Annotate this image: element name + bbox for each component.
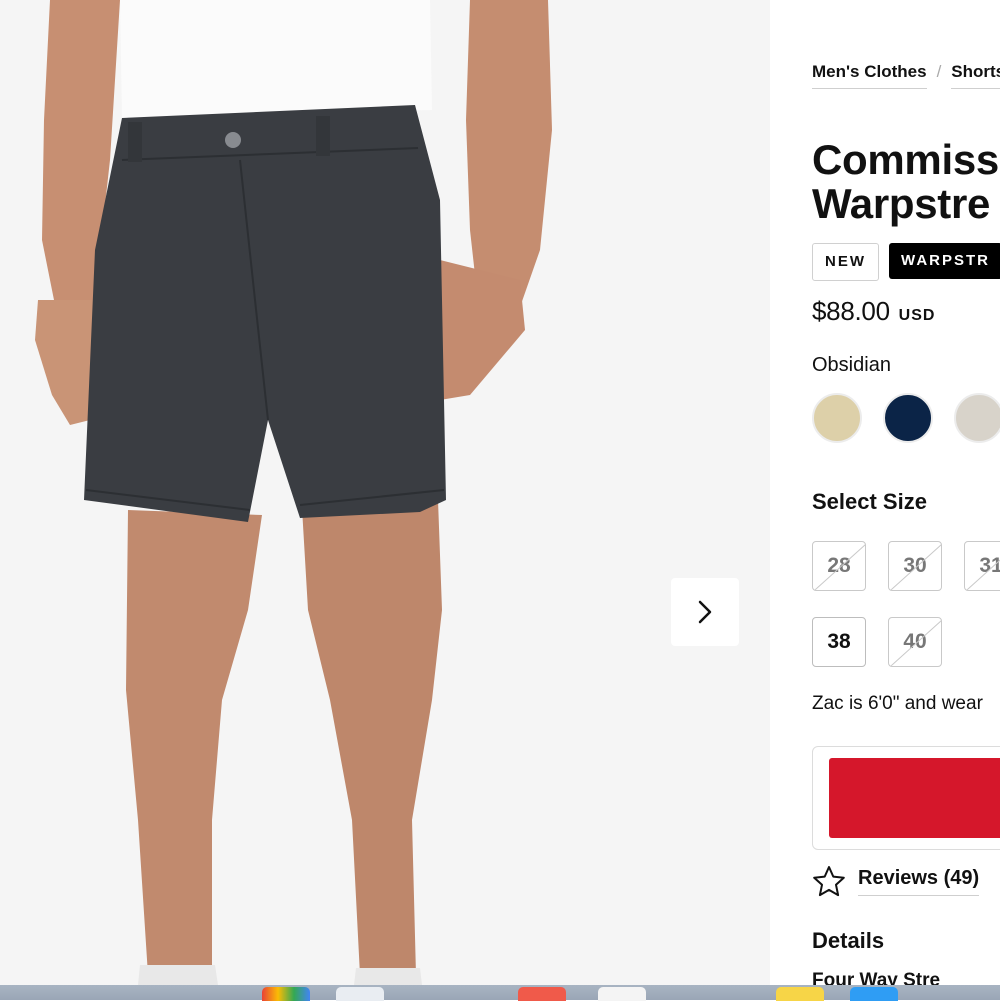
product-title-line-2: Warpstre bbox=[812, 180, 991, 227]
select-size-heading: Select Size bbox=[812, 489, 927, 514]
size-row-2: 38 40 bbox=[812, 617, 964, 667]
reviews-label: Reviews bbox=[858, 866, 939, 889]
price-currency: USD bbox=[898, 307, 936, 324]
dock-app-icon[interactable] bbox=[262, 987, 310, 1001]
breadcrumb-mens-clothes[interactable]: Men's Clothes bbox=[812, 62, 927, 89]
model-fit-note: Zac is 6'0" and wear bbox=[812, 693, 983, 714]
star-outline-icon bbox=[813, 866, 845, 897]
os-dock bbox=[0, 985, 1000, 1001]
selected-color-name: Obsidian bbox=[812, 354, 891, 376]
dock-app-icon[interactable] bbox=[518, 987, 566, 1001]
product-image bbox=[0, 0, 770, 985]
breadcrumb-separator: / bbox=[936, 62, 942, 81]
dock-app-icon[interactable] bbox=[850, 987, 898, 1001]
details-feature: Four Way Stre bbox=[812, 970, 941, 985]
add-to-bag-button[interactable] bbox=[829, 758, 1000, 838]
breadcrumb: Men's Clothes / Shorts bbox=[812, 62, 1000, 89]
new-badge: NEW bbox=[812, 243, 879, 281]
product-title-line-1: Commiss bbox=[812, 136, 999, 183]
size-row-1: 28 30 31 bbox=[812, 541, 1000, 591]
product-info-panel: Men's Clothes / Shorts Commiss Warpstre NE… bbox=[812, 0, 1000, 985]
size-option[interactable]: 38 bbox=[812, 617, 866, 667]
product-title: Commiss Warpstre bbox=[812, 138, 999, 226]
size-option[interactable]: 40 bbox=[888, 617, 942, 667]
color-swatch-stone[interactable] bbox=[954, 393, 1000, 443]
size-option[interactable]: 30 bbox=[888, 541, 942, 591]
price-amount: $88.00 bbox=[812, 296, 890, 326]
size-option[interactable]: 31 bbox=[964, 541, 1000, 591]
color-swatches bbox=[812, 393, 1000, 448]
add-to-bag-container bbox=[812, 746, 1000, 850]
dock-app-icon[interactable] bbox=[336, 987, 384, 1001]
color-swatch-navy[interactable] bbox=[883, 393, 933, 443]
reviews-link[interactable]: Reviews (49) bbox=[858, 866, 980, 896]
color-swatch-khaki[interactable] bbox=[812, 393, 862, 443]
breadcrumb-shorts[interactable]: Shorts bbox=[951, 62, 1000, 89]
chevron-right-icon bbox=[698, 600, 712, 624]
size-option[interactable]: 28 bbox=[812, 541, 866, 591]
dock-app-icon[interactable] bbox=[776, 987, 824, 1001]
product-photo-illustration bbox=[35, 0, 552, 985]
fabric-badge: WARPSTR bbox=[889, 243, 1000, 279]
dock-app-icon[interactable] bbox=[598, 987, 646, 1001]
reviews-count: (49) bbox=[943, 866, 980, 889]
product-price: $88.00 USD bbox=[812, 296, 935, 327]
details-heading: Details bbox=[812, 928, 885, 953]
product-badges: NEW WARPSTR bbox=[812, 243, 1000, 281]
reviews-row: Reviews (49) bbox=[812, 865, 980, 897]
next-image-button[interactable] bbox=[671, 578, 739, 646]
